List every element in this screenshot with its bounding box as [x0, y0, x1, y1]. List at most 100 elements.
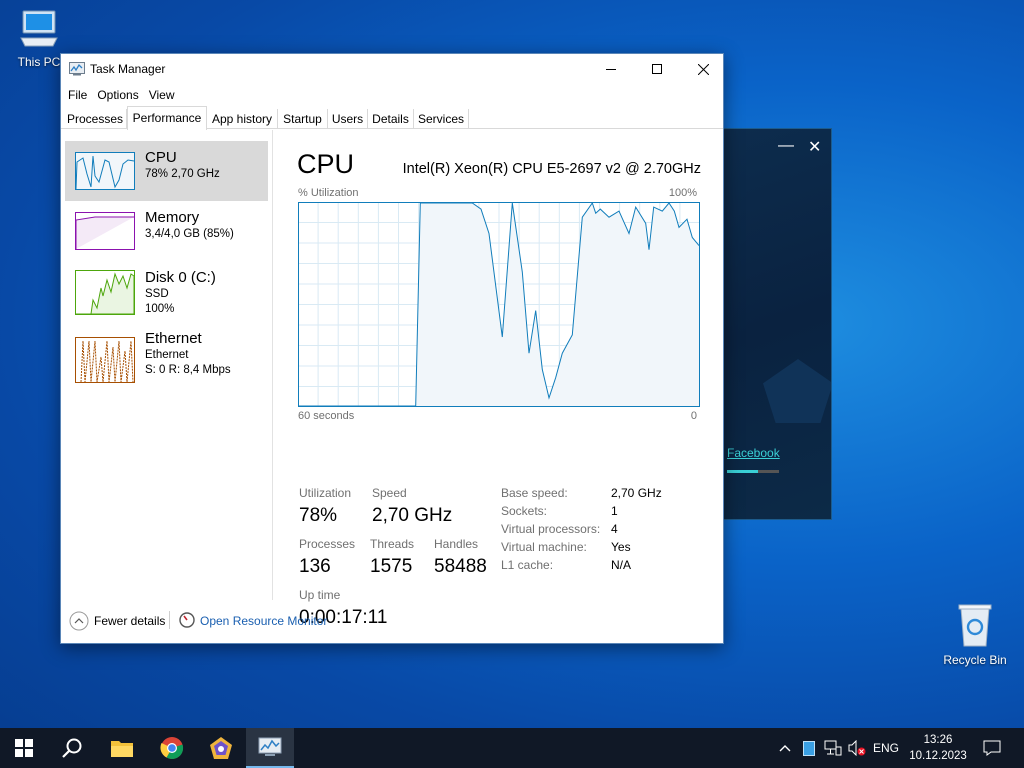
tab-details[interactable]: Details — [368, 109, 414, 129]
speed-value: 2,70 GHz — [372, 505, 453, 526]
footer-divider — [169, 611, 170, 629]
uptime-label: Up time — [299, 588, 341, 602]
task-manager-icon — [258, 737, 282, 756]
sidebar-ethernet-name: Ethernet — [145, 349, 189, 361]
tab-users[interactable]: Users — [328, 109, 368, 129]
sidebar-item-disk[interactable]: Disk 0 (C:) SSD 100% — [65, 261, 268, 321]
sidebar-memory-detail: 3,4/4,0 GB (85%) — [145, 228, 234, 240]
memory-thumbnail-graph — [75, 212, 135, 250]
menu-bar: File Options View — [61, 84, 723, 106]
chart-x-left-label: 60 seconds — [298, 410, 355, 422]
chart-y-label: % Utilization — [298, 187, 359, 199]
spec-l1-cache-value: N/A — [611, 558, 632, 572]
volume-muted-icon — [848, 740, 866, 756]
start-button[interactable] — [0, 728, 48, 768]
background-minimize-icon[interactable]: — — [778, 137, 794, 155]
cpu-panel: CPU Intel(R) Xeon(R) CPU E5-2697 v2 @ 2.… — [297, 130, 707, 628]
spec-sockets-value: 1 — [611, 504, 618, 518]
tray-volume[interactable] — [846, 728, 868, 768]
sidebar-ethernet-title: Ethernet — [145, 330, 202, 347]
spec-base-speed-value: 2,70 GHz — [611, 486, 662, 500]
spec-base-speed-label: Base speed: — [501, 486, 568, 500]
background-app-window[interactable]: — ✕ Facebook — [722, 128, 832, 520]
taskbar-file-explorer[interactable] — [98, 728, 146, 768]
cpu-model-name: Intel(R) Xeon(R) CPU E5-2697 v2 @ 2.70GH… — [402, 161, 701, 177]
menu-view[interactable]: View — [148, 84, 181, 106]
menu-file[interactable]: File — [67, 84, 93, 106]
taskbar-task-manager[interactable] — [246, 728, 294, 768]
sidebar-item-ethernet[interactable]: Ethernet Ethernet S: 0 R: 8,4 Mbps — [65, 326, 268, 386]
taskbar-app[interactable] — [197, 728, 245, 768]
handles-value: 58488 — [434, 556, 487, 577]
tab-startup[interactable]: Startup — [278, 109, 328, 129]
tab-performance[interactable]: Performance — [127, 106, 207, 130]
task-manager-app-icon — [69, 62, 85, 76]
window-title: Task Manager — [90, 62, 166, 76]
background-close-icon[interactable]: ✕ — [808, 137, 821, 157]
tab-app-history[interactable]: App history — [207, 109, 278, 129]
spec-virtual-machine-label: Virtual machine: — [501, 540, 587, 554]
tab-services[interactable]: Services — [414, 109, 469, 129]
recycle-bin-icon — [958, 604, 992, 647]
handles-label: Handles — [434, 537, 479, 551]
close-button[interactable] — [680, 54, 726, 84]
language-indicator[interactable]: ENG — [870, 728, 902, 768]
disk-thumbnail-graph — [75, 270, 135, 315]
processes-value: 136 — [299, 556, 331, 577]
chevron-up-icon[interactable] — [69, 611, 89, 631]
resource-monitor-icon — [179, 612, 195, 628]
search-button[interactable] — [48, 728, 96, 768]
tray-network[interactable] — [822, 728, 844, 768]
ethernet-thumbnail-graph — [75, 337, 135, 383]
taskbar: ENG 13:26 10.12.2023 — [0, 728, 1024, 768]
tab-bar: Processes Performance App history Startu… — [61, 106, 723, 130]
sidebar-ethernet-throughput: S: 0 R: 8,4 Mbps — [145, 364, 231, 376]
pentagon-decoration — [763, 359, 831, 423]
threads-label: Threads — [370, 537, 415, 551]
chrome-icon — [160, 737, 184, 760]
minimize-button[interactable] — [588, 54, 634, 84]
desktop-icon-recycle-bin[interactable]: Recycle Bin — [940, 602, 1010, 667]
open-resource-monitor-link[interactable]: Open Resource Monitor — [200, 614, 327, 628]
minimize-icon — [606, 69, 616, 70]
threads-value: 1575 — [370, 556, 413, 577]
spec-sockets-label: Sockets: — [501, 504, 548, 518]
footer-bar: Fewer details Open Resource Monitor — [61, 608, 723, 636]
notepad-icon — [803, 740, 815, 756]
sidebar-disk-usage: 100% — [145, 303, 175, 315]
taskbar-chrome[interactable] — [148, 728, 196, 768]
utilization-label: Utilization — [299, 486, 352, 500]
app-icon — [210, 737, 232, 759]
sidebar-cpu-title: CPU — [145, 149, 177, 166]
notification-icon — [983, 740, 1001, 756]
fewer-details-button[interactable]: Fewer details — [94, 614, 165, 628]
sidebar-disk-type: SSD — [145, 288, 169, 300]
clock-date: 10.12.2023 — [909, 750, 967, 762]
action-center-button[interactable] — [978, 728, 1006, 768]
menu-options[interactable]: Options — [96, 84, 144, 106]
tab-processes[interactable]: Processes — [64, 109, 127, 129]
clock[interactable]: 13:26 10.12.2023 — [905, 728, 971, 768]
maximize-button[interactable] — [634, 54, 680, 84]
computer-icon — [20, 10, 58, 47]
chevron-up-icon — [779, 745, 791, 752]
utilization-value: 78% — [299, 505, 338, 526]
maximize-icon — [652, 64, 662, 74]
sidebar-item-cpu[interactable]: CPU 78% 2,70 GHz — [65, 141, 268, 201]
cpu-thumbnail-graph — [75, 152, 135, 190]
title-bar[interactable]: Task Manager — [61, 54, 723, 84]
start-icon — [15, 739, 33, 757]
network-icon — [824, 740, 842, 756]
facebook-link[interactable]: Facebook — [727, 446, 780, 460]
sidebar-disk-title: Disk 0 (C:) — [145, 269, 216, 286]
chart-x-right-label: 0 — [690, 410, 697, 422]
sidebar-cpu-detail: 78% 2,70 GHz — [145, 168, 220, 180]
tray-notepad[interactable] — [799, 728, 819, 768]
chart-y-max-label: 100% — [668, 187, 697, 199]
recycle-bin-label: Recycle Bin — [943, 653, 1007, 667]
cpu-utilization-chart — [298, 202, 700, 407]
sidebar-item-memory[interactable]: Memory 3,4/4,0 GB (85%) — [65, 201, 268, 261]
spec-virtual-processors-label: Virtual processors: — [501, 522, 601, 536]
show-hidden-icons[interactable] — [775, 728, 795, 768]
spec-virtual-processors-value: 4 — [611, 522, 618, 536]
